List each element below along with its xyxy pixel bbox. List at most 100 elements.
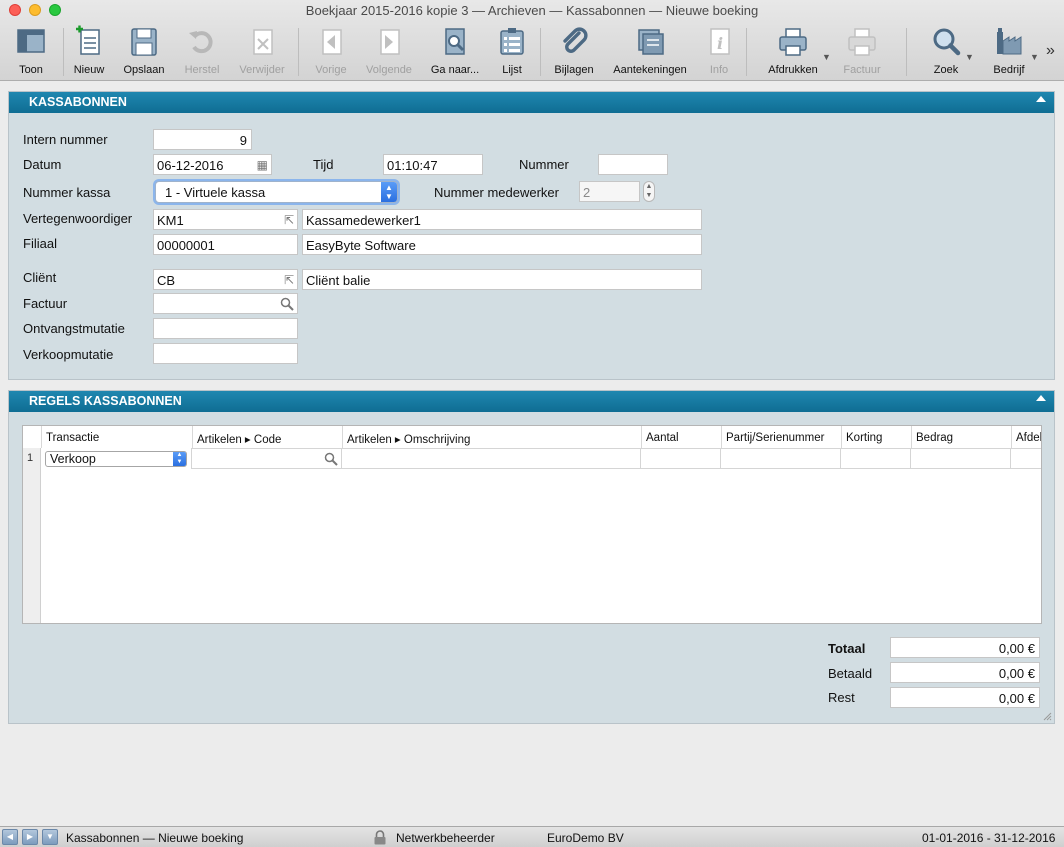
- toon-label: Toon: [19, 64, 43, 76]
- invoice-printer-icon: [848, 28, 876, 56]
- verkoopmutatie-field[interactable]: [153, 343, 298, 364]
- factuur-field[interactable]: [153, 293, 298, 314]
- ga-naar-button[interactable]: Ga naar...: [430, 22, 480, 78]
- bedrijf-dropdown-icon[interactable]: ▼: [1030, 52, 1039, 62]
- toolbar-overflow-icon[interactable]: »: [1046, 42, 1055, 60]
- client-label: Cliënt: [23, 270, 57, 285]
- tijd-field[interactable]: 01:10:47: [383, 154, 483, 175]
- regels-panel-title: REGELS KASSABONNEN: [29, 394, 182, 408]
- nummer-field[interactable]: [598, 154, 668, 175]
- column-header-partij[interactable]: Partij/Serienummer: [721, 426, 841, 448]
- opslaan-button[interactable]: Opslaan: [120, 22, 168, 78]
- nav-forward-icon[interactable]: ▶: [22, 829, 38, 845]
- search-icon[interactable]: [280, 297, 294, 311]
- transactie-select[interactable]: Verkoop ▲ ▼: [45, 451, 187, 467]
- herstel-button[interactable]: Herstel: [180, 22, 224, 78]
- intern-nummer-field[interactable]: 9: [153, 129, 252, 150]
- list-icon: [500, 28, 524, 55]
- previous-record-icon: [322, 29, 342, 55]
- afdrukken-dropdown-icon[interactable]: ▼: [822, 52, 831, 62]
- korting-cell[interactable]: [840, 448, 911, 469]
- nummer-label: Nummer: [519, 157, 569, 172]
- vertegenwoordiger-naam-field[interactable]: Kassamedewerker1: [302, 209, 702, 230]
- nummer-medewerker-field[interactable]: 2: [579, 181, 640, 202]
- filiaal-label: Filiaal: [23, 236, 57, 251]
- bedrag-cell[interactable]: [910, 448, 1011, 469]
- vertegenwoordiger-code-value: KM1: [157, 213, 184, 228]
- code-cell[interactable]: [191, 448, 342, 469]
- lookup-arrow-icon[interactable]: ⇱: [284, 273, 294, 287]
- collapse-panel-icon[interactable]: [1036, 96, 1046, 102]
- toon-button[interactable]: Toon: [6, 22, 56, 78]
- partij-cell[interactable]: [720, 448, 841, 469]
- column-header-code[interactable]: Artikelen ▸ Code: [192, 426, 342, 448]
- zoek-button[interactable]: Zoek: [926, 22, 966, 78]
- row-number: 1: [27, 452, 34, 464]
- vorige-button[interactable]: Vorige: [310, 22, 352, 78]
- herstel-label: Herstel: [184, 64, 220, 76]
- ontvangstmutatie-label: Ontvangstmutatie: [23, 321, 125, 336]
- nummer-medewerker-stepper[interactable]: ▲ ▼: [643, 181, 655, 202]
- afdrukken-button[interactable]: Afdrukken: [764, 22, 822, 78]
- search-icon[interactable]: [324, 452, 338, 466]
- regels-table: Transactie Artikelen ▸ Code Artikelen ▸ …: [22, 425, 1042, 624]
- column-header-aantal[interactable]: Aantal: [641, 426, 721, 448]
- status-context: Kassabonnen — Nieuwe boeking: [66, 831, 244, 845]
- volgende-label: Volgende: [366, 64, 412, 76]
- datum-label: Datum: [23, 157, 62, 172]
- nieuw-button[interactable]: Nieuw: [70, 22, 108, 78]
- afdeling-cell[interactable]: [1010, 448, 1041, 469]
- calendar-icon[interactable]: ▦: [257, 158, 268, 172]
- nav-menu-icon[interactable]: ▼: [42, 829, 58, 845]
- nummer-kassa-select[interactable]: 1 - Virtuele kassa ▲ ▼: [155, 181, 398, 203]
- column-header-omschrijving[interactable]: Artikelen ▸ Omschrijving: [342, 426, 641, 448]
- rest-label: Rest: [828, 690, 855, 705]
- row-number-column: [23, 448, 41, 623]
- filiaal-naam-field[interactable]: EasyByte Software: [302, 234, 702, 255]
- verwijder-button[interactable]: Verwijder: [236, 22, 288, 78]
- client-naam-field[interactable]: Cliënt balie: [302, 269, 702, 290]
- intern-nummer-label: Intern nummer: [23, 132, 108, 147]
- zoek-dropdown-icon[interactable]: ▼: [965, 52, 974, 62]
- lock-icon: [374, 830, 386, 845]
- resize-grip-icon[interactable]: [1042, 711, 1052, 721]
- aantal-cell[interactable]: [640, 448, 721, 469]
- column-header-bedrag[interactable]: Bedrag: [911, 426, 1011, 448]
- column-header-transactie[interactable]: Transactie: [41, 426, 192, 448]
- vertegenwoordiger-code-field[interactable]: KM1 ⇱: [153, 209, 298, 230]
- bedrijf-button[interactable]: Bedrijf: [988, 22, 1030, 78]
- volgende-button[interactable]: Volgende: [364, 22, 414, 78]
- filiaal-code-field[interactable]: 00000001: [153, 234, 298, 255]
- select-arrows-icon: ▲ ▼: [381, 182, 397, 202]
- ga-naar-label: Ga naar...: [430, 64, 480, 76]
- vertegenwoordiger-label: Vertegenwoordiger: [23, 211, 133, 226]
- verwijder-label: Verwijder: [239, 64, 285, 76]
- lookup-arrow-icon[interactable]: ⇱: [284, 213, 294, 227]
- status-period: 01-01-2016 - 31-12-2016: [922, 831, 1056, 845]
- aantekeningen-label: Aantekeningen: [613, 64, 687, 76]
- next-record-icon: [380, 29, 400, 55]
- nav-back-icon[interactable]: ◀: [2, 829, 18, 845]
- aantekeningen-button[interactable]: Aantekeningen: [610, 22, 690, 78]
- kassabonnen-panel: KASSABONNEN Intern nummer 9 Datum 06-12-…: [8, 91, 1055, 380]
- paperclip-icon: [563, 27, 588, 53]
- status-company: EuroDemo BV: [547, 831, 624, 845]
- datum-value: 06-12-2016: [157, 158, 224, 173]
- bijlagen-button[interactable]: Bijlagen: [552, 22, 596, 78]
- column-header-afdeling[interactable]: Afdel: [1011, 426, 1041, 448]
- client-code-field[interactable]: CB ⇱: [153, 269, 298, 290]
- nummer-kassa-value: 1 - Virtuele kassa: [165, 185, 266, 200]
- info-button[interactable]: i Info: [702, 22, 736, 78]
- totaal-field: 0,00 €: [890, 637, 1040, 658]
- column-header-korting[interactable]: Korting: [841, 426, 911, 448]
- factuur-button[interactable]: Factuur: [840, 22, 884, 78]
- lijst-button[interactable]: Lijst: [494, 22, 530, 78]
- betaald-field[interactable]: 0,00 €: [890, 662, 1040, 683]
- datum-field[interactable]: 06-12-2016 ▦: [153, 154, 272, 175]
- verkoopmutatie-label: Verkoopmutatie: [23, 347, 114, 362]
- printer-icon: [779, 28, 807, 56]
- omschrijving-cell[interactable]: [341, 448, 641, 469]
- info-icon: i: [710, 28, 730, 55]
- ontvangstmutatie-field[interactable]: [153, 318, 298, 339]
- collapse-panel-icon[interactable]: [1036, 395, 1046, 401]
